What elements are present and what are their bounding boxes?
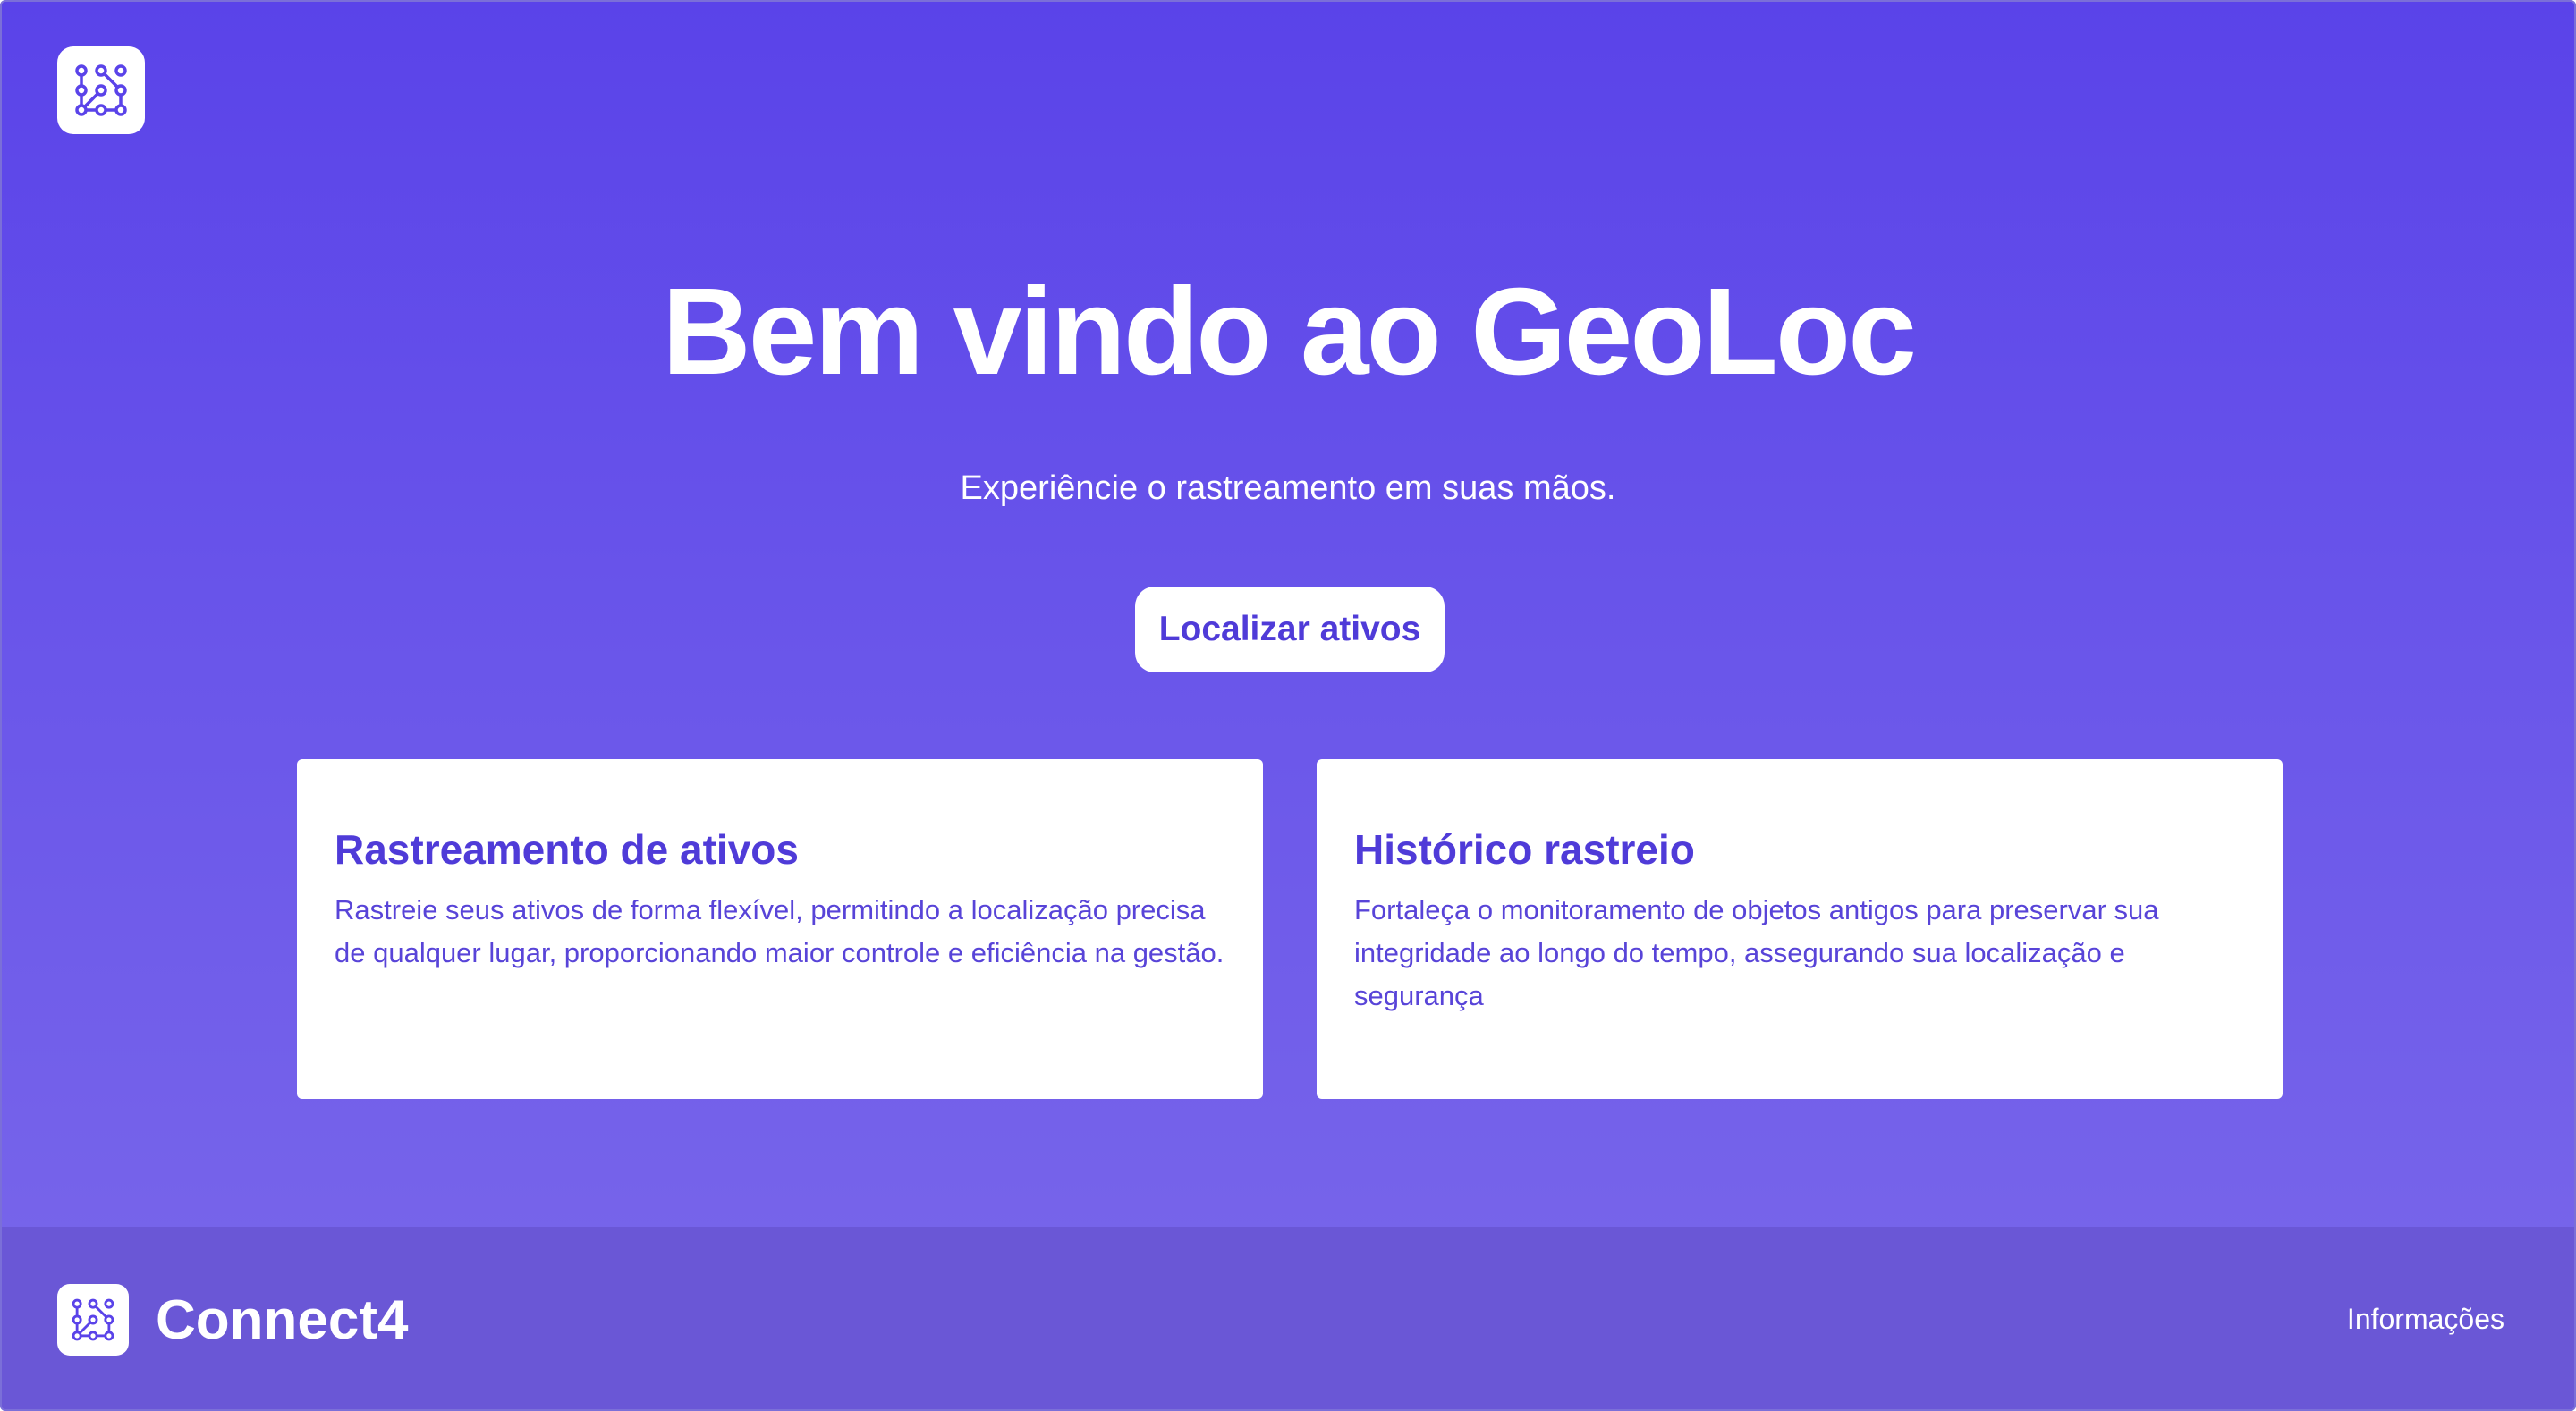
footer-logo[interactable]: [57, 1284, 129, 1356]
feature-card-asset-tracking: Rastreamento de ativos Rastreie seus ati…: [297, 759, 1263, 1099]
hero-subtitle: Experiêncie o rastreamento em suas mãos.: [960, 469, 1616, 507]
page-title: Bem vindo ao GeoLoc: [662, 263, 1917, 401]
locate-assets-button[interactable]: Localizar ativos: [1135, 587, 1445, 672]
footer: Connect4 Informações: [2, 1227, 2574, 1409]
feature-card-tracking-history: Histórico rastreio Fortaleça o monitoram…: [1317, 759, 2283, 1099]
info-link[interactable]: Informações: [2347, 1302, 2504, 1336]
card-description: Rastreie seus ativos de forma flexível, …: [335, 893, 1224, 968]
landing-page: Bem vindo ao GeoLoc Experiêncie o rastre…: [0, 0, 2576, 1411]
card-title: Histórico rastreio: [1354, 826, 1695, 873]
card-title: Rastreamento de ativos: [335, 826, 799, 873]
logo[interactable]: [57, 46, 145, 134]
connect-dots-logo-icon: [75, 64, 127, 116]
brand-name: Connect4: [156, 1289, 409, 1351]
connect-dots-logo-icon: [72, 1298, 114, 1341]
card-description: Fortaleça o monitoramento de objetos ant…: [1354, 893, 2159, 1011]
